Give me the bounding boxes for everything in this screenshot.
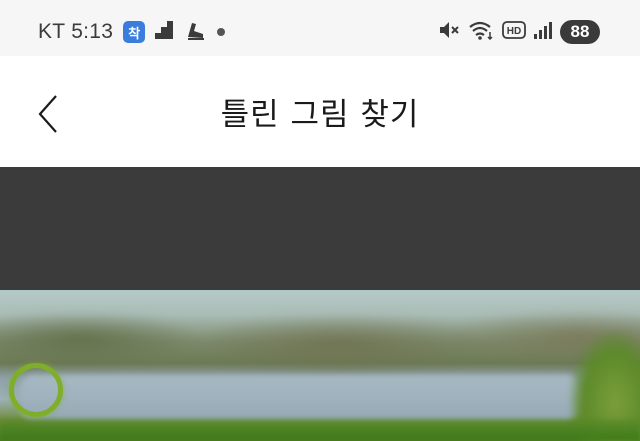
signal-bars-small-icon <box>155 21 175 43</box>
dark-band <box>0 167 640 290</box>
cell-signal-icon <box>534 21 552 43</box>
found-difference-marker[interactable] <box>9 363 63 417</box>
page-title: 틀린 그림 찾기 <box>220 97 420 133</box>
status-left: KT 5:13 착 <box>38 0 226 64</box>
notification-dot-icon <box>217 28 226 36</box>
svg-text:HD: HD <box>507 26 521 37</box>
status-right: HD 88 <box>438 0 600 64</box>
puzzle-image[interactable] <box>0 290 640 441</box>
app-badge-icon: 착 <box>123 21 146 43</box>
status-bar: KT 5:13 착 HD 88 <box>0 0 640 56</box>
grass-foreground <box>0 419 640 441</box>
mute-icon <box>438 20 460 44</box>
wifi-icon <box>468 20 494 44</box>
app-bar: 틀린 그림 찾기 <box>0 56 640 167</box>
mountains-background <box>0 299 640 379</box>
battery-indicator: 88 <box>560 20 600 44</box>
hd-icon: HD <box>502 21 526 43</box>
lake-area <box>20 375 580 421</box>
shoe-icon <box>185 19 207 45</box>
carrier-time: KT 5:13 <box>38 20 114 43</box>
